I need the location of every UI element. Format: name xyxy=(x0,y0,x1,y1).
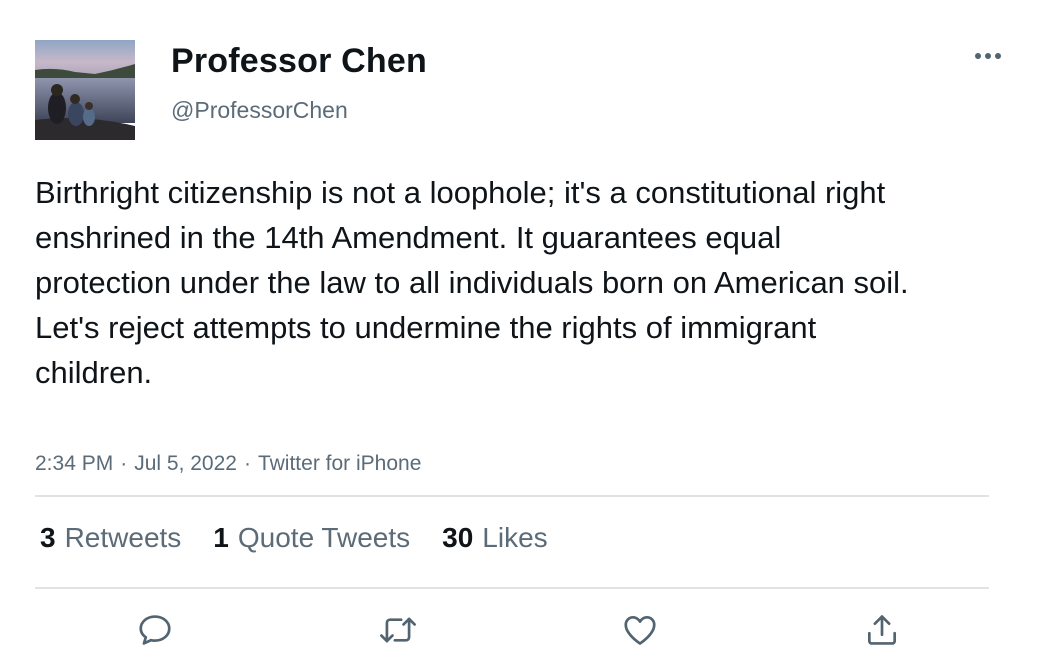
retweet-button[interactable] xyxy=(373,605,423,655)
reply-button[interactable] xyxy=(130,605,180,655)
tweet-actions-bar xyxy=(0,605,1050,655)
tweet-metadata: 2:34 PM · Jul 5, 2022 · Twitter for iPho… xyxy=(35,452,421,476)
quote-tweets-label: Quote Tweets xyxy=(237,522,411,553)
avatar[interactable] xyxy=(35,40,135,140)
retweets-count: 3 xyxy=(40,522,56,553)
divider xyxy=(35,495,989,497)
more-icon xyxy=(975,53,1001,59)
tweet-stats: 3 Retweets 1 Quote Tweets 30 Likes xyxy=(40,522,580,554)
quote-tweets-stat[interactable]: 1 Quote Tweets xyxy=(213,522,410,554)
like-button[interactable] xyxy=(615,605,665,655)
likes-label: Likes xyxy=(482,522,548,553)
likes-stat[interactable]: 30 Likes xyxy=(442,522,548,554)
author-handle[interactable]: @ProfessorChen xyxy=(171,97,348,124)
share-button[interactable] xyxy=(857,605,907,655)
heart-icon xyxy=(624,615,656,645)
retweets-stat[interactable]: 3 Retweets xyxy=(40,522,181,554)
tweet-time[interactable]: 2:34 PM xyxy=(35,452,113,476)
divider xyxy=(35,587,989,589)
tweet-text: Birthright citizenship is not a loophole… xyxy=(35,175,909,390)
tweet-date[interactable]: Jul 5, 2022 xyxy=(134,452,237,476)
reply-icon xyxy=(139,615,171,645)
share-icon xyxy=(867,615,897,645)
more-options-button[interactable] xyxy=(970,42,1006,70)
meta-separator: · xyxy=(243,452,251,475)
retweets-label: Retweets xyxy=(64,522,182,553)
meta-separator: · xyxy=(120,452,128,475)
author-display-name[interactable]: Professor Chen xyxy=(171,42,427,81)
quote-tweets-count: 1 xyxy=(213,522,229,553)
likes-count: 30 xyxy=(442,522,474,553)
retweet-icon xyxy=(380,617,416,643)
tweet-source[interactable]: Twitter for iPhone xyxy=(258,452,421,476)
